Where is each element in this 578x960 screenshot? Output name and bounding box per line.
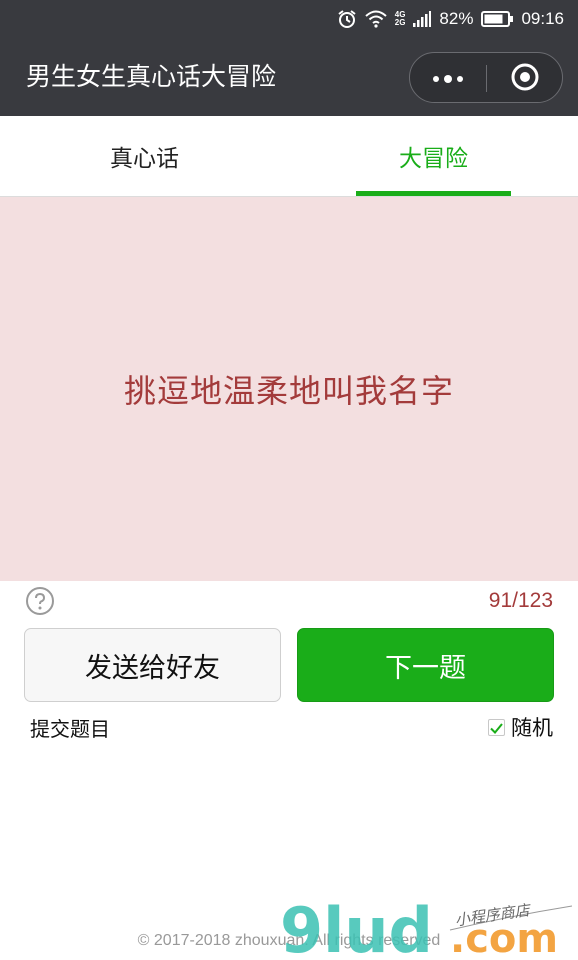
question-counter: 91/123 xyxy=(488,589,553,612)
more-button[interactable] xyxy=(410,53,486,104)
title-bar: 男生女生真心话大冒险 xyxy=(0,38,578,116)
network-type-label: 4G 2G xyxy=(394,10,406,27)
share-to-friend-button[interactable]: 发送给好友 xyxy=(24,628,281,702)
tab-truth[interactable]: 真心话 xyxy=(0,116,289,196)
next-question-button[interactable]: 下一题 xyxy=(297,628,554,702)
tab-bar: 真心话 大冒险 xyxy=(0,116,578,197)
question-text: 挑逗地温柔地叫我名字 xyxy=(123,372,454,410)
status-time: 09:16 xyxy=(521,9,564,28)
svg-text:9lud: 9lud xyxy=(280,894,433,958)
random-checkbox[interactable] xyxy=(488,718,505,736)
help-icon[interactable] xyxy=(25,586,55,616)
more-dots-icon xyxy=(431,69,465,88)
mini-program-capsule xyxy=(409,52,563,103)
battery-icon xyxy=(481,11,514,27)
close-target-icon xyxy=(510,62,540,96)
close-button[interactable] xyxy=(487,53,563,104)
active-tab-indicator xyxy=(356,191,511,196)
random-label: 随机 xyxy=(511,716,553,740)
battery-percent: 82% xyxy=(439,9,474,28)
checkmark-icon xyxy=(490,715,503,739)
status-icons: 4G 2G 82% 09:16 xyxy=(337,6,564,32)
tab-dare[interactable]: 大冒险 xyxy=(289,116,578,196)
alarm-icon xyxy=(337,9,357,29)
app-title: 男生女生真心话大冒险 xyxy=(26,62,277,91)
wifi-icon xyxy=(365,10,387,28)
status-bar: 4G 2G 82% 09:16 xyxy=(0,0,578,38)
watermark-logo: 9lud .com 小程序商店 xyxy=(280,888,576,960)
question-card: 挑逗地温柔地叫我名字 xyxy=(0,197,578,581)
submit-question-link[interactable]: 提交题目 xyxy=(30,713,110,742)
random-toggle[interactable]: 随机 xyxy=(488,712,553,742)
signal-icon xyxy=(413,11,432,27)
